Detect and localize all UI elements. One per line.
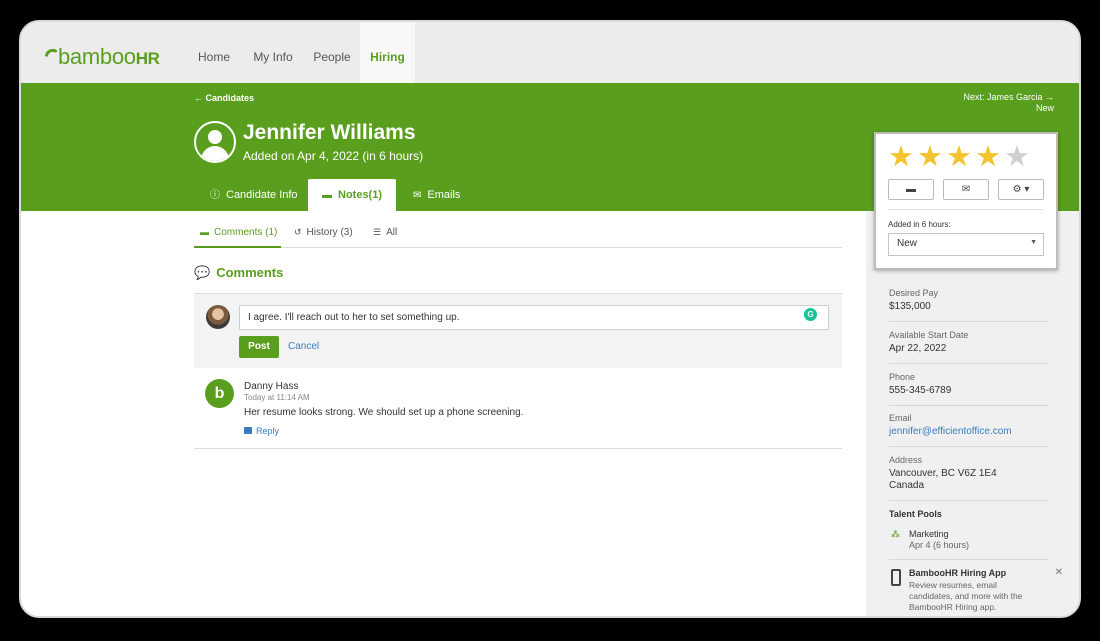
start-date-label: Available Start Date	[889, 330, 969, 340]
next-candidate-status: New	[1035, 103, 1054, 113]
gear-icon: ⚙ ▾	[1012, 184, 1030, 195]
app-window: bambooHR Home My Info People Hiring ← Ca…	[19, 20, 1081, 618]
envelope-icon: ✉	[961, 184, 971, 195]
candidate-name: Jennifer Williams	[243, 121, 416, 144]
info-icon: ⓘ	[210, 190, 220, 201]
nav-my-info[interactable]: My Info	[247, 22, 299, 83]
subtab-history[interactable]: ↺ History (3)	[294, 222, 353, 248]
address-field: Address Vancouver, BC V6Z 1E4 Canada	[889, 455, 1049, 501]
comments-heading: 💬 Comments	[194, 265, 284, 280]
email-label: Email	[889, 413, 912, 423]
reply-icon	[244, 427, 252, 434]
address-label: Address	[889, 455, 923, 465]
address-line-1: Vancouver, BC V6Z 1E4	[889, 468, 997, 479]
phone-label: Phone	[889, 372, 916, 382]
hiring-app-title: BambooHR Hiring App	[909, 568, 1007, 578]
email-link[interactable]: jennifer@efficientoffice.com	[889, 426, 1049, 438]
phone-field: Phone 555-345-6789	[889, 372, 1049, 406]
talent-pool-icon: ⁂	[891, 529, 900, 539]
status-label: Added in 6 hours:	[888, 220, 951, 229]
divider	[889, 559, 1049, 560]
notes-subtabs: ▬ Comments (1) ↺ History (3) ☰ All	[194, 222, 842, 248]
envelope-icon: ✉	[413, 190, 422, 201]
phone-icon	[891, 569, 901, 586]
close-icon[interactable]: ✕	[1055, 567, 1063, 578]
phone-value: 555-345-6789	[889, 385, 952, 396]
comment-author: Danny Hass	[244, 381, 299, 392]
comment-time: Today at 11:14 AM	[244, 393, 310, 402]
settings-dropdown-button[interactable]: ⚙ ▾	[998, 179, 1044, 200]
talent-pool-date: Apr 4 (6 hours)	[909, 540, 970, 550]
star-1-icon[interactable]: ★	[888, 141, 917, 173]
email-action-button[interactable]: ✉	[943, 179, 989, 200]
grammarly-icon[interactable]: G	[804, 308, 817, 321]
address-line-2: Canada	[889, 480, 925, 491]
nav-home[interactable]: Home	[191, 22, 237, 83]
star-4-icon[interactable]: ★	[975, 141, 1004, 173]
desired-pay-field: Desired Pay $135,000	[889, 288, 1049, 322]
cancel-button[interactable]: Cancel	[288, 336, 319, 358]
history-icon: ↺	[294, 227, 302, 237]
star-rating[interactable]: ★★★★★	[888, 142, 1033, 172]
desired-pay-value: $135,000	[889, 301, 931, 312]
comment-composer: I agree. I'll reach out to her to set so…	[194, 293, 842, 368]
current-user-avatar	[206, 305, 230, 329]
next-candidate-link[interactable]: Next: James Garcia → New	[963, 92, 1054, 114]
talent-pools-heading: Talent Pools	[889, 509, 942, 519]
list-icon: ☰	[373, 227, 382, 237]
comment-action-button[interactable]: ▬	[888, 179, 934, 200]
hiring-app-promo: BambooHR Hiring App Review resumes, emai…	[889, 566, 1063, 616]
top-nav: bambooHR Home My Info People Hiring	[21, 22, 1079, 83]
star-3-icon[interactable]: ★	[946, 141, 975, 173]
bamboohr-logo[interactable]: bambooHR	[44, 44, 160, 70]
comment-item: b Danny Hass Today at 11:14 AM Her resum…	[194, 373, 842, 449]
status-select[interactable]: New ▼	[888, 233, 1044, 256]
comment-input[interactable]: I agree. I'll reach out to her to set so…	[239, 305, 829, 330]
comment-icon: ▬	[906, 184, 916, 195]
nav-hiring[interactable]: Hiring	[360, 22, 415, 83]
email-field: Email jennifer@efficientoffice.com	[889, 413, 1049, 447]
star-2-icon[interactable]: ★	[917, 141, 946, 173]
talent-pool-name[interactable]: Marketing	[909, 529, 949, 539]
divider	[888, 209, 1044, 210]
candidate-avatar-icon	[194, 121, 236, 163]
subtab-comments[interactable]: ▬ Comments (1)	[194, 222, 281, 248]
tab-candidate-info[interactable]: ⓘ Candidate Info	[196, 179, 312, 212]
next-candidate-name: Next: James Garcia →	[963, 92, 1054, 102]
reply-button[interactable]: Reply	[244, 426, 279, 436]
start-date-field: Available Start Date Apr 22, 2022	[889, 330, 1049, 364]
desired-pay-label: Desired Pay	[889, 288, 939, 298]
tab-emails[interactable]: ✉ Emails	[399, 179, 474, 212]
comments-icon: 💬	[194, 265, 211, 280]
comment-icon: ▬	[322, 190, 332, 201]
back-to-candidates-link[interactable]: ← Candidates	[194, 93, 254, 103]
comment-icon: ▬	[200, 227, 209, 237]
bamboo-avatar-icon: b	[205, 379, 234, 408]
chevron-down-icon: ▼	[1030, 239, 1037, 246]
candidate-added-date: Added on Apr 4, 2022 (in 6 hours)	[243, 149, 424, 163]
subtab-all[interactable]: ☰ All	[373, 222, 397, 248]
star-5-icon[interactable]: ★	[1004, 141, 1033, 173]
rating-card: ★★★★★ ▬ ✉ ⚙ ▾ Added in 6 hours: New ▼	[874, 132, 1058, 270]
tab-notes[interactable]: ▬ Notes(1)	[308, 179, 397, 212]
start-date-value: Apr 22, 2022	[889, 343, 947, 354]
hiring-app-description: Review resumes, email candidates, and mo…	[909, 580, 1023, 612]
nav-people[interactable]: People	[308, 22, 356, 83]
comment-text: Her resume looks strong. We should set u…	[244, 407, 524, 418]
post-button[interactable]: Post	[239, 336, 279, 358]
